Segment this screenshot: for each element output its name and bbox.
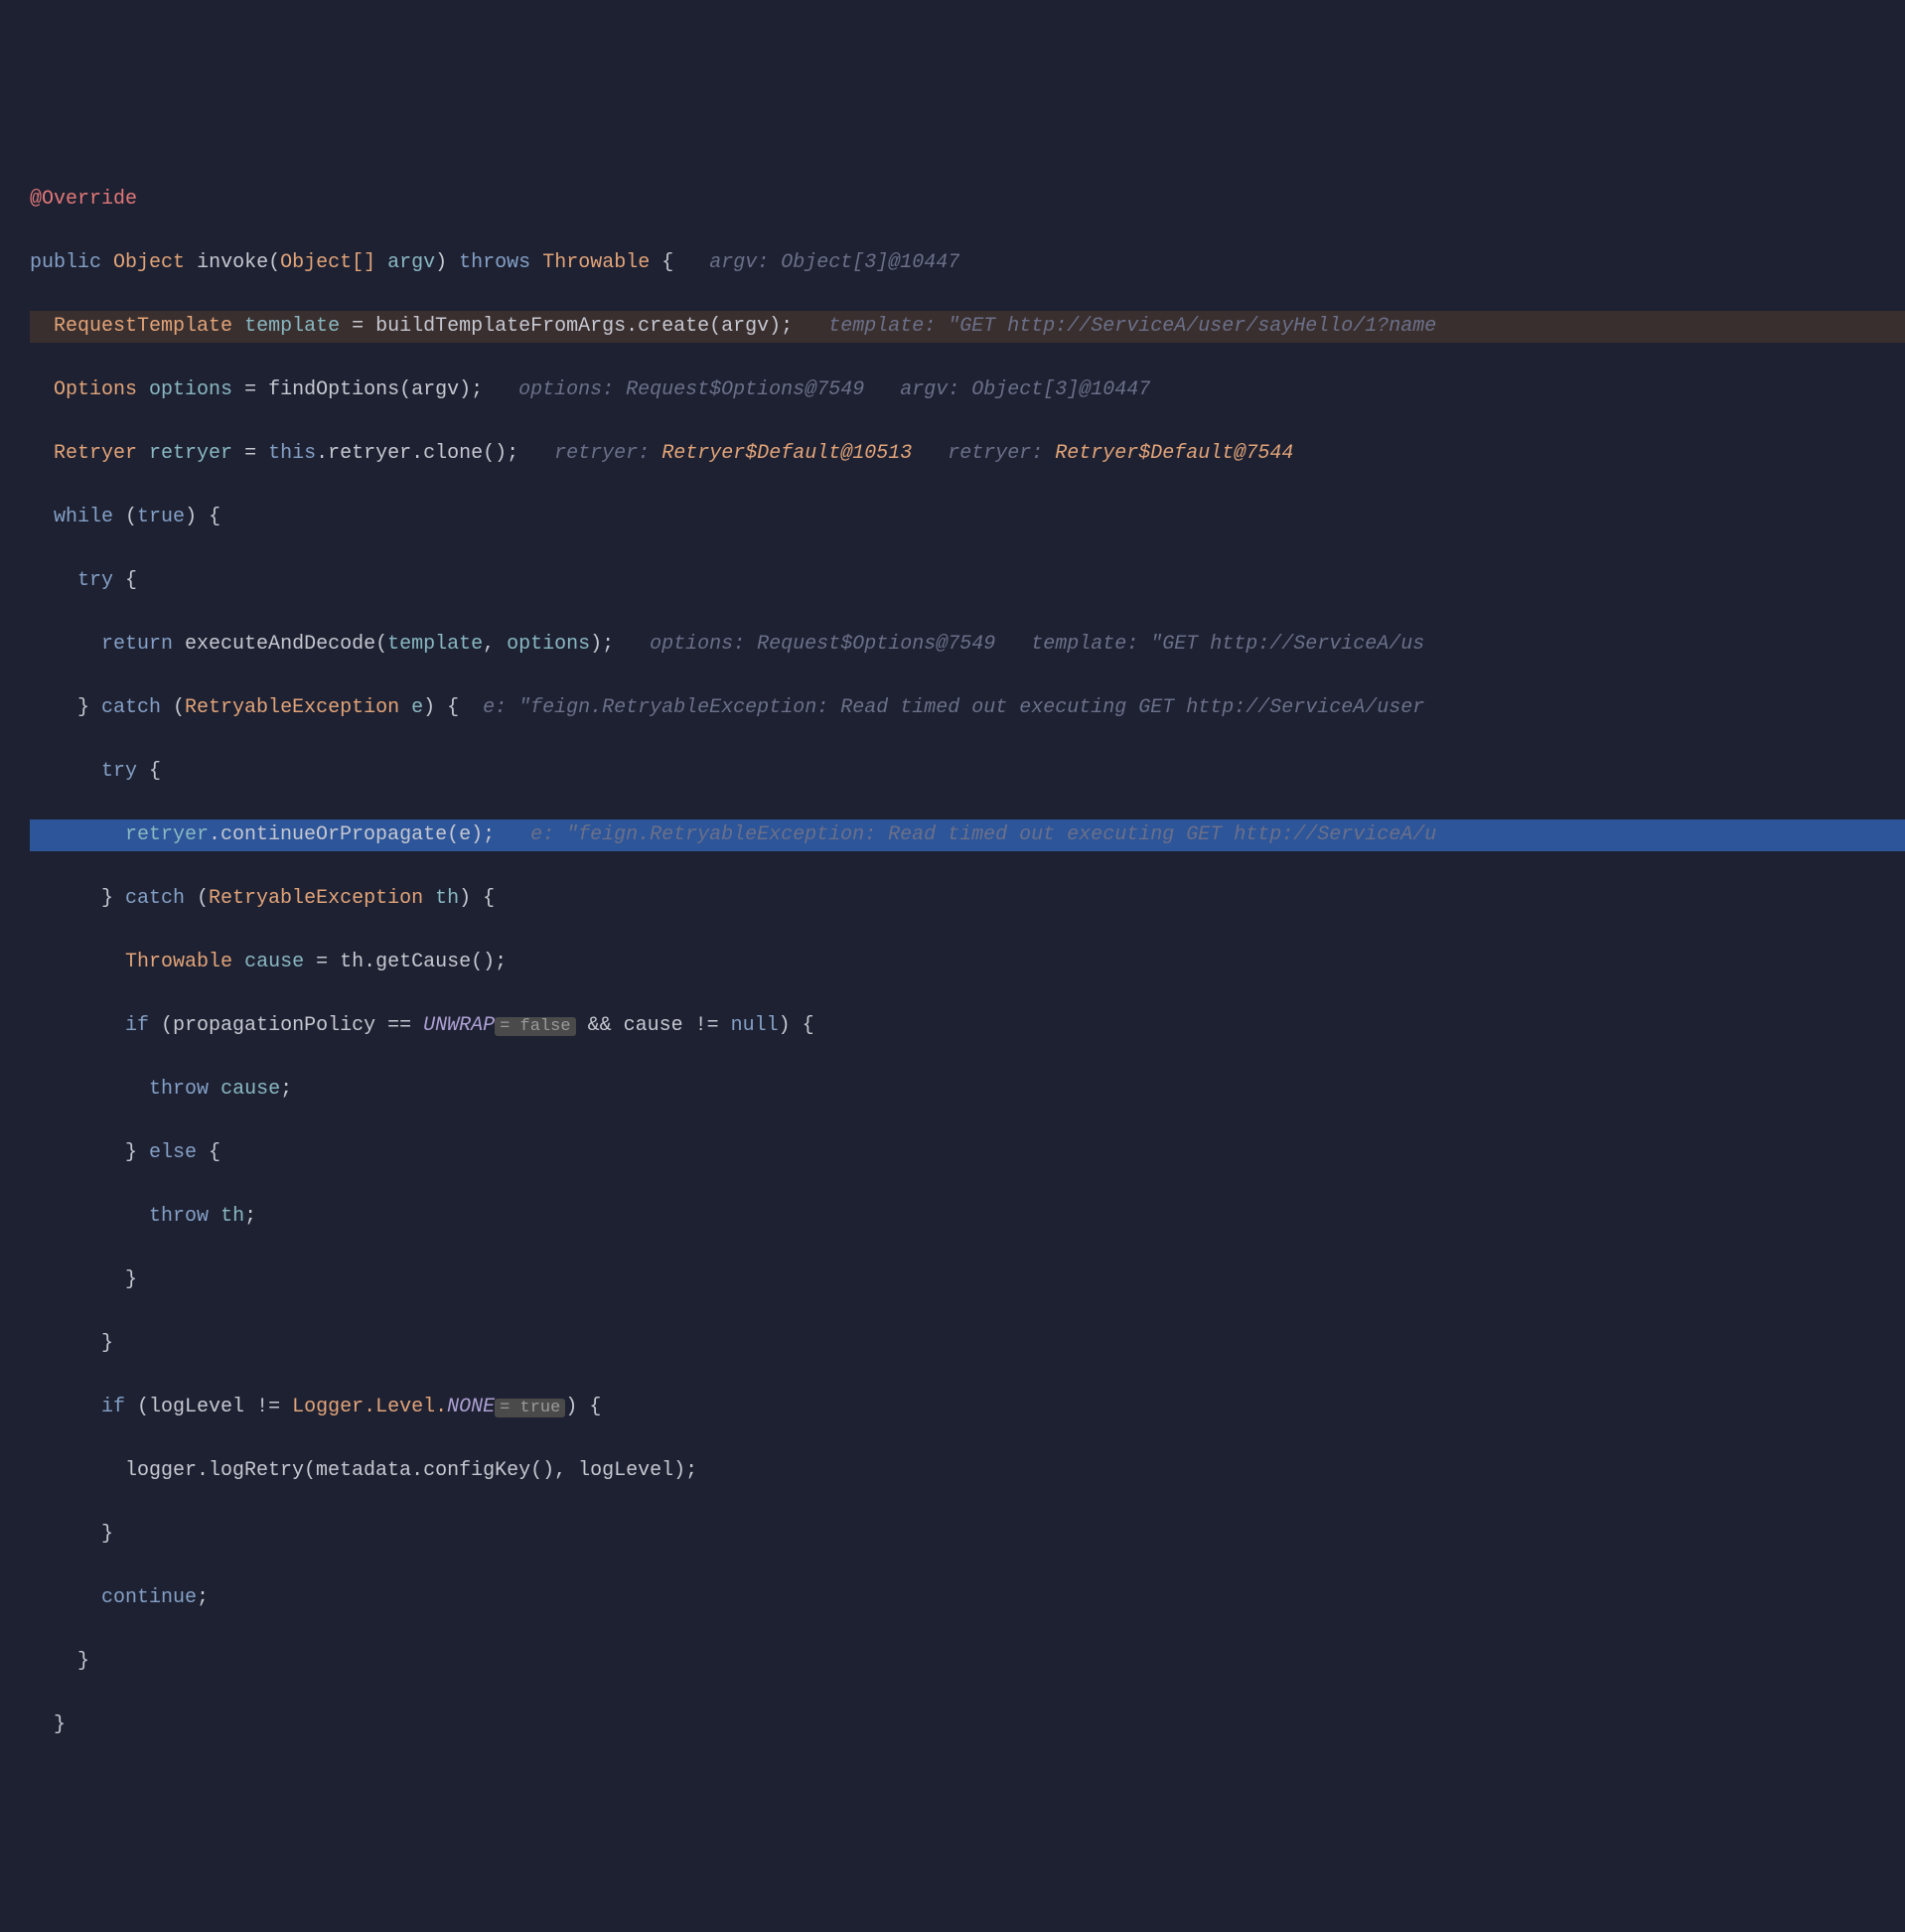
code-line: } <box>30 1646 1905 1678</box>
code-line-current-execution: retryer.continueOrPropagate(e); e: "feig… <box>30 819 1905 851</box>
code-line: @Override <box>30 184 1905 216</box>
code-editor[interactable]: @Override public Object invoke(Object[] … <box>0 127 1905 1773</box>
code-line: } <box>30 1328 1905 1360</box>
inline-evaluation: = false <box>495 1017 575 1036</box>
code-line-breakpoint: RequestTemplate template = buildTemplate… <box>30 311 1905 343</box>
code-line: } catch (RetryableException th) { <box>30 883 1905 915</box>
code-line: public Object invoke(Object[] argv) thro… <box>30 247 1905 279</box>
code-line: return executeAndDecode(template, option… <box>30 629 1905 661</box>
code-line: } else { <box>30 1137 1905 1169</box>
debug-hint: template: "GET http://ServiceA/user/sayH… <box>828 315 1436 338</box>
annotation: @Override <box>30 188 137 211</box>
debug-hint: retryer: Retryer$Default@10513 <box>554 442 912 465</box>
code-line: } <box>30 1519 1905 1551</box>
code-line: } catch (RetryableException e) { e: "fei… <box>30 692 1905 724</box>
code-line: if (logLevel != Logger.Level.NONE= true)… <box>30 1392 1905 1423</box>
code-line: while (true) { <box>30 502 1905 533</box>
code-line: } <box>30 1709 1905 1741</box>
code-line: Options options = findOptions(argv); opt… <box>30 374 1905 406</box>
code-line: continue; <box>30 1582 1905 1614</box>
debug-hint: argv: Object[3]@10447 <box>709 251 959 274</box>
inline-evaluation: = true <box>495 1399 565 1417</box>
code-line: Throwable cause = th.getCause(); <box>30 947 1905 978</box>
debug-hint: template: "GET http://ServiceA/us <box>1031 633 1424 656</box>
code-line: if (propagationPolicy == UNWRAP= false &… <box>30 1010 1905 1042</box>
code-line: Retryer retryer = this.retryer.clone(); … <box>30 438 1905 470</box>
code-line: } <box>30 1264 1905 1296</box>
debug-hint: options: Request$Options@7549 <box>518 378 864 401</box>
code-line: try { <box>30 565 1905 597</box>
debug-hint: argv: Object[3]@10447 <box>900 378 1150 401</box>
debug-hint: retryer: Retryer$Default@7544 <box>948 442 1293 465</box>
code-line: throw th; <box>30 1201 1905 1233</box>
debug-hint: e: "feign.RetryableException: Read timed… <box>483 696 1424 719</box>
debug-hint: e: "feign.RetryableException: Read timed… <box>530 823 1436 846</box>
code-line: logger.logRetry(metadata.configKey(), lo… <box>30 1455 1905 1487</box>
debug-hint: options: Request$Options@7549 <box>650 633 995 656</box>
code-line: try { <box>30 756 1905 788</box>
code-line: throw cause; <box>30 1074 1905 1106</box>
